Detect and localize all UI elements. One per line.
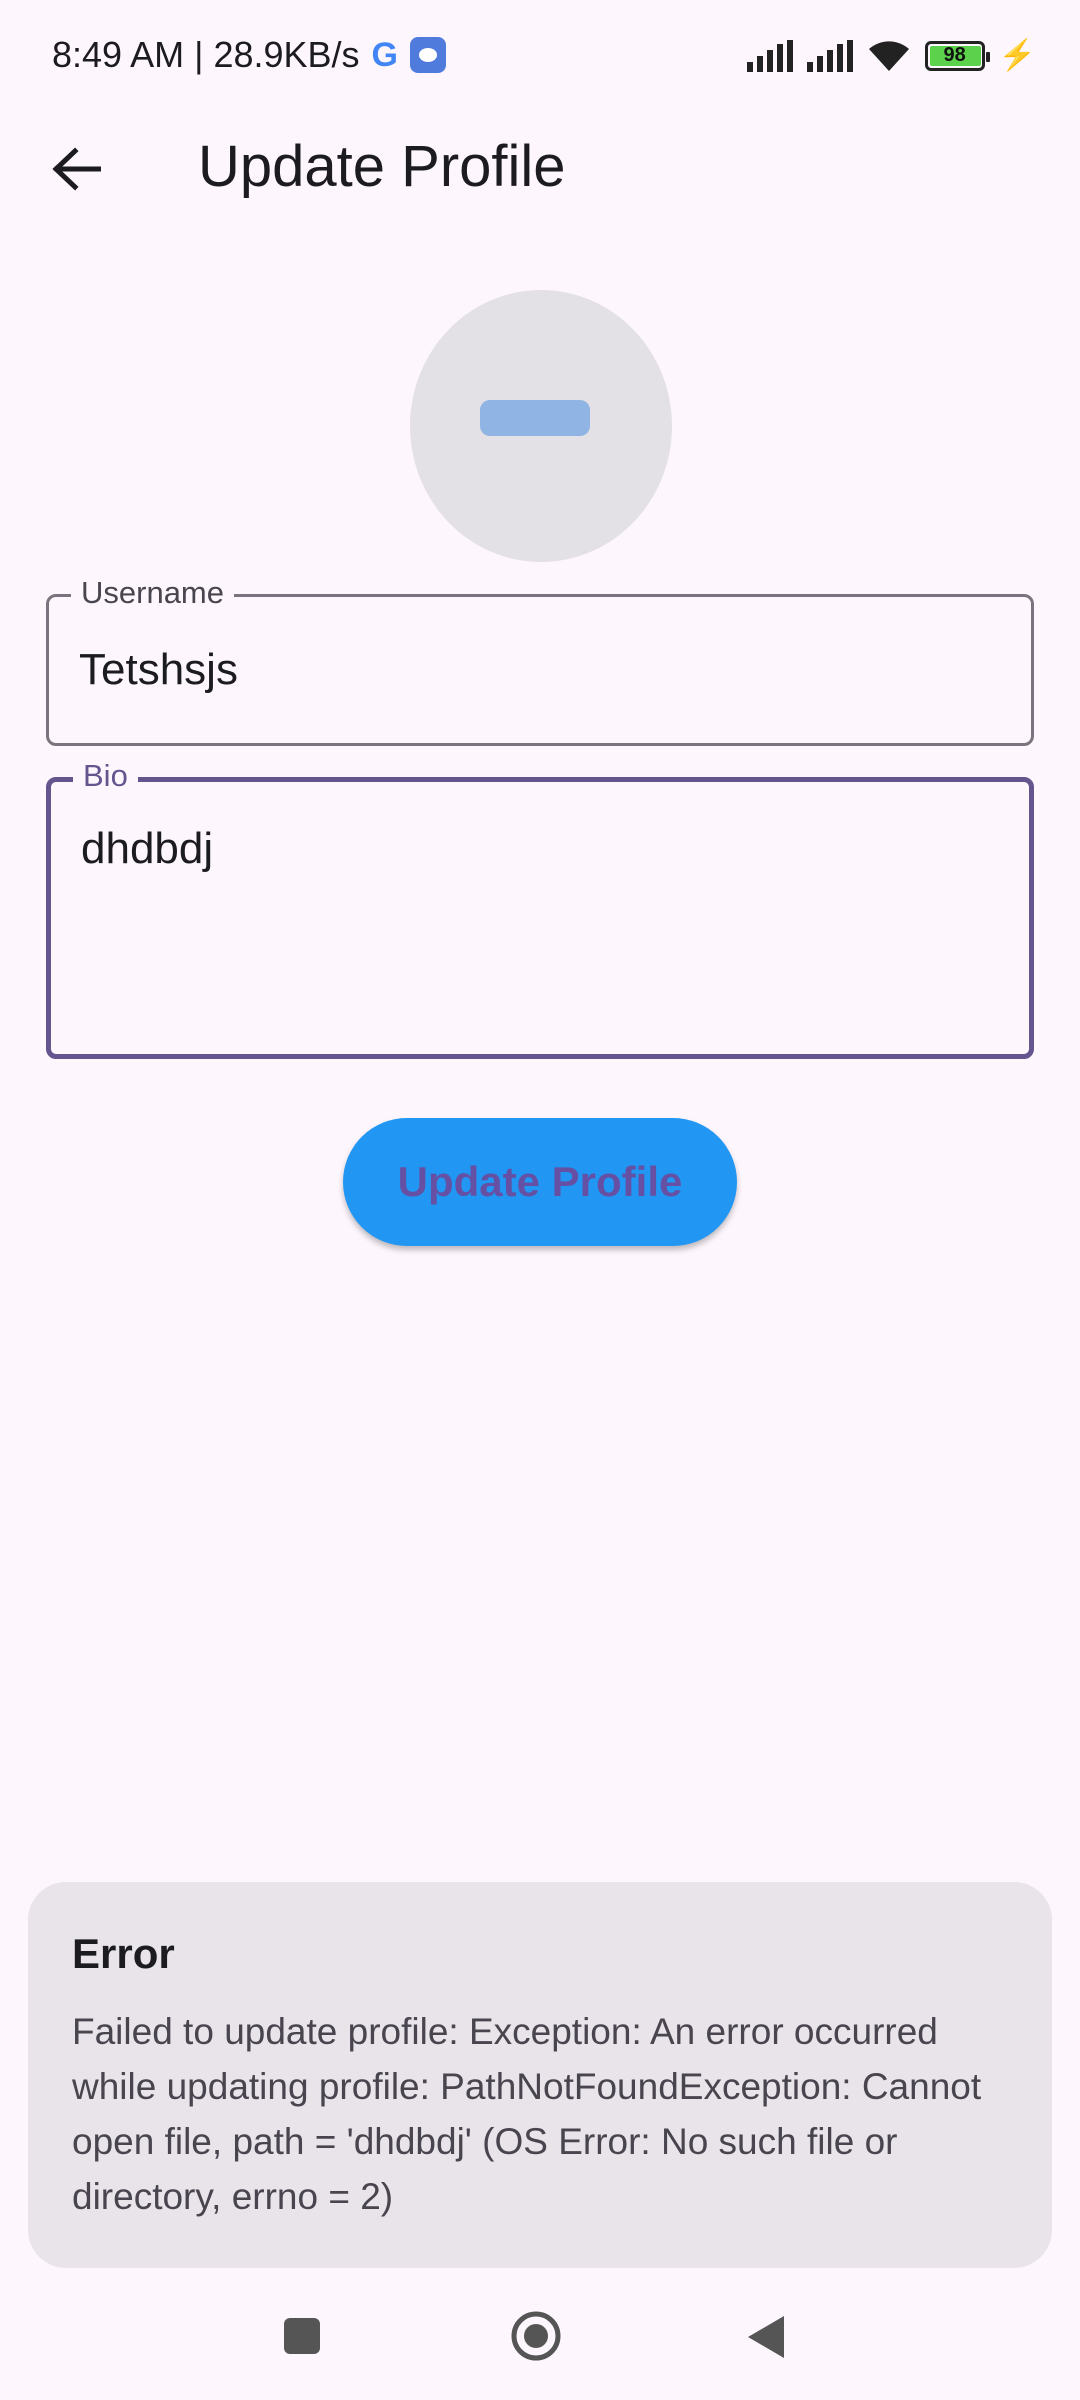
username-field[interactable]: Username Tetshsjs (46, 575, 1034, 746)
arrow-back-icon (52, 147, 101, 191)
page-title: Update Profile (198, 134, 566, 199)
status-left: 8:49 AM | 28.9KB/s G (52, 34, 446, 76)
bio-label: Bio (73, 758, 138, 794)
status-bar: 8:49 AM | 28.9KB/s G 98 ⚡ (0, 0, 1080, 115)
google-icon: G (371, 35, 398, 74)
recents-button[interactable] (284, 2318, 320, 2354)
battery-level: 98 (943, 44, 966, 66)
avatar[interactable] (410, 290, 672, 562)
back-button[interactable] (44, 137, 108, 201)
bio-input[interactable]: dhdbdj (81, 824, 213, 874)
bio-field[interactable]: Bio dhdbdj (46, 758, 1034, 1059)
error-dialog: Error Failed to update profile: Exceptio… (28, 1882, 1052, 2268)
battery-tip (985, 51, 990, 62)
navigation-bar (0, 2268, 1080, 2400)
username-label: Username (71, 575, 234, 611)
app-notification-icon (409, 37, 446, 73)
username-input[interactable]: Tetshsjs (79, 645, 238, 695)
status-time-speed: 8:49 AM | 28.9KB/s (52, 34, 360, 75)
home-button[interactable] (510, 2310, 562, 2362)
status-right: 98 ⚡ (746, 38, 1036, 73)
battery-icon: 98 (924, 40, 990, 71)
error-message: Failed to update profile: Exception: An … (72, 2011, 982, 2217)
charging-icon: ⚡ (998, 39, 1036, 72)
avatar-image (410, 290, 672, 334)
avatar-highlight (480, 400, 590, 436)
update-profile-button[interactable]: Update Profile (343, 1118, 737, 1246)
signal-icon (746, 39, 793, 72)
wifi-icon (867, 39, 911, 73)
app-bar: Update Profile (0, 115, 1080, 220)
nav-back-button[interactable] (746, 2314, 786, 2360)
signal-icon (806, 39, 853, 72)
error-title: Error (72, 1930, 175, 1977)
